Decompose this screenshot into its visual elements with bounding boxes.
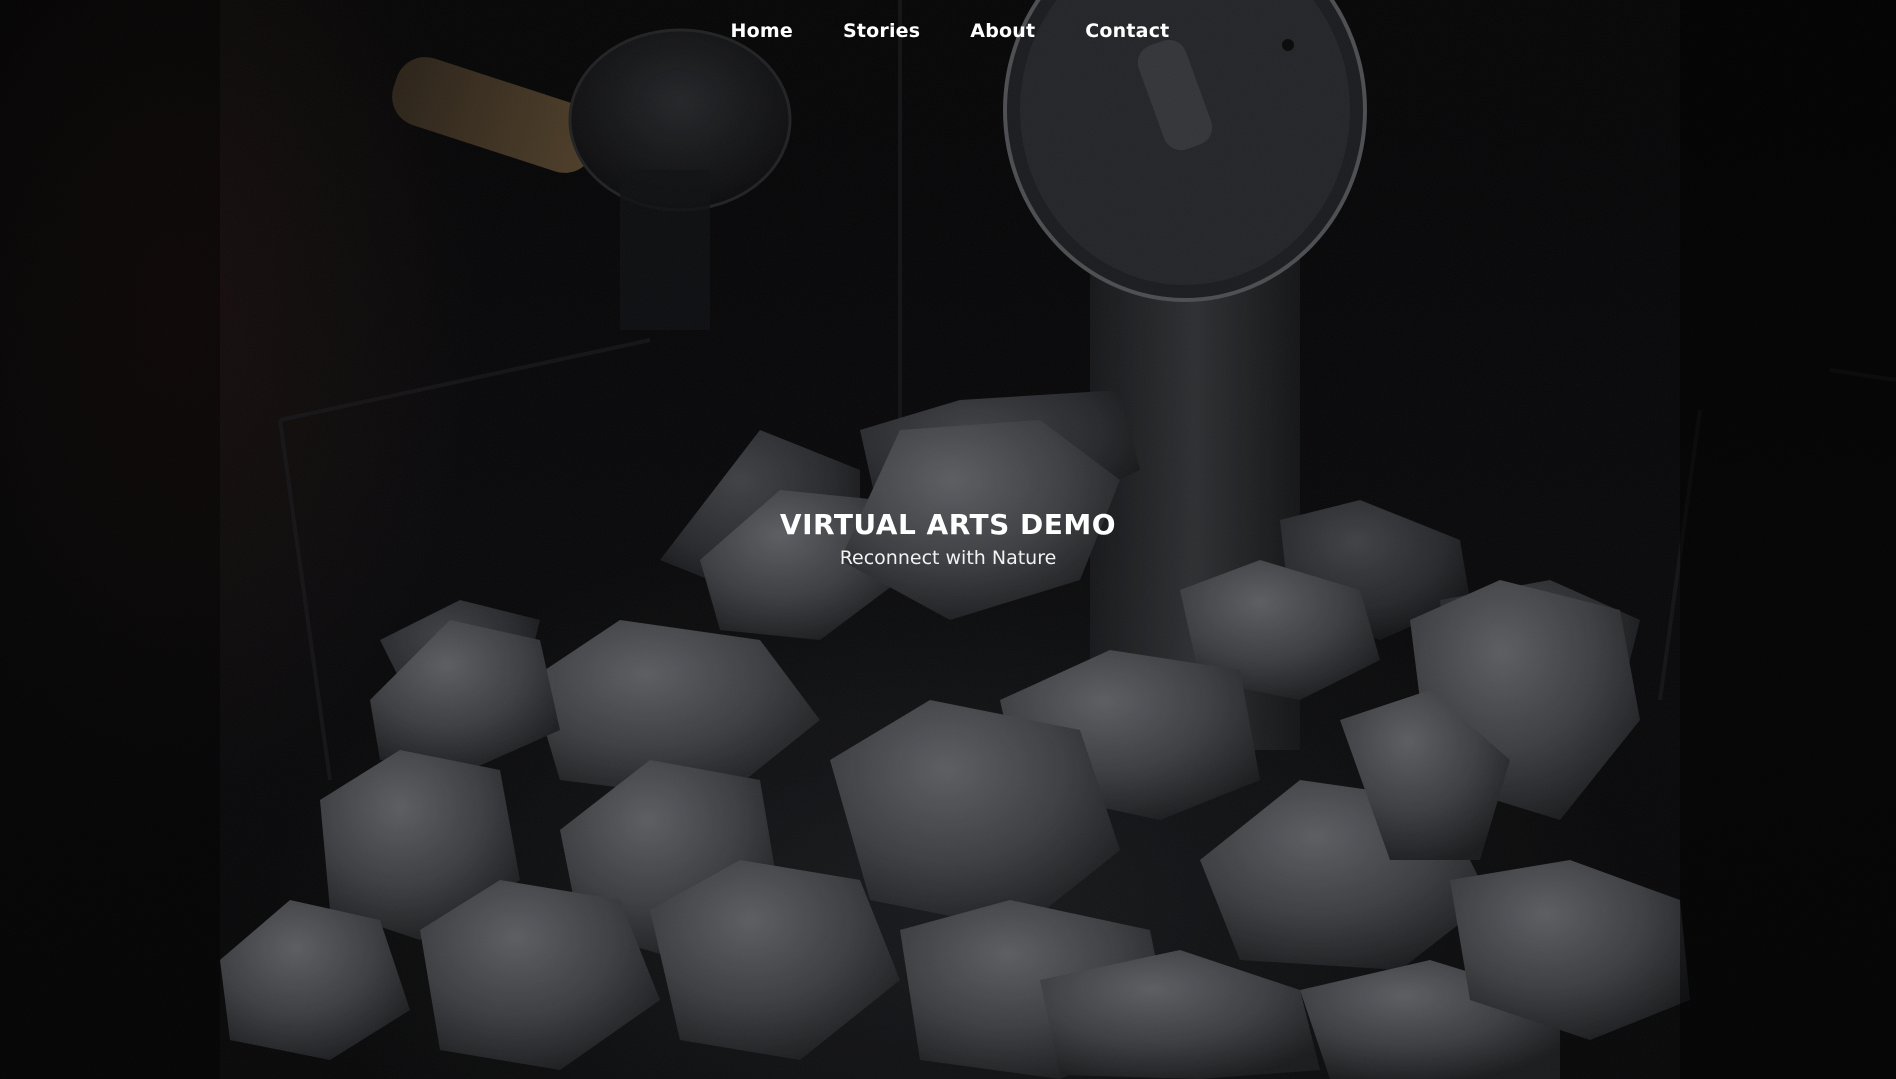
nav-link-about[interactable]: About [970,20,1035,42]
nav-link-stories[interactable]: Stories [843,20,920,42]
hero-section: Home Stories About Contact VIRTUAL ARTS … [0,0,1896,1079]
hero-title: VIRTUAL ARTS DEMO [779,508,1117,541]
nav-link-home[interactable]: Home [731,20,793,42]
hero-headline: VIRTUAL ARTS DEMO Reconnect with Nature [0,508,1896,569]
hero-subtitle: Reconnect with Nature [839,547,1057,569]
nav-link-contact[interactable]: Contact [1085,20,1169,42]
main-navigation: Home Stories About Contact [0,20,1896,42]
